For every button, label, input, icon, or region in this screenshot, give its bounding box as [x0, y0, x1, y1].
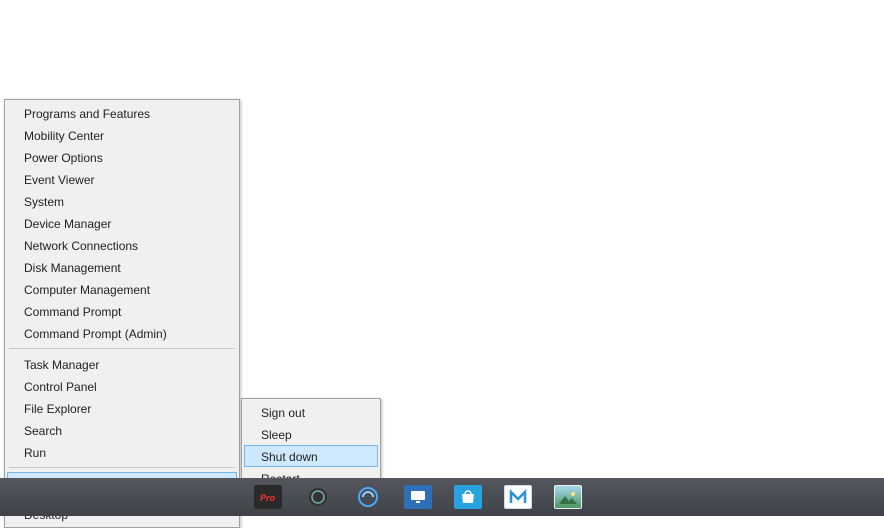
menu-separator: [9, 467, 235, 468]
svg-text:Pro: Pro: [260, 493, 276, 503]
mi-disk-management[interactable]: Disk Management: [7, 256, 237, 278]
mi-run[interactable]: Run: [7, 441, 237, 463]
taskbar-app-3[interactable]: [344, 480, 392, 514]
app-1-red-icon: Pro: [254, 485, 282, 509]
browser-icon: [304, 485, 332, 509]
mi-computer-management[interactable]: Computer Management: [7, 278, 237, 300]
mi-system[interactable]: System: [7, 190, 237, 212]
mi-sleep[interactable]: Sleep: [244, 423, 378, 445]
mi-command-prompt-admin[interactable]: Command Prompt (Admin): [7, 322, 237, 344]
monitor-app-icon: [404, 485, 432, 509]
maxthon-icon: [504, 485, 532, 509]
taskbar-app-2[interactable]: [294, 480, 342, 514]
mi-programs-and-features[interactable]: Programs and Features: [7, 102, 237, 124]
taskbar-app-5[interactable]: [444, 480, 492, 514]
mi-file-explorer[interactable]: File Explorer: [7, 397, 237, 419]
mi-power-options[interactable]: Power Options: [7, 146, 237, 168]
store-icon: [454, 485, 482, 509]
mi-shut-down[interactable]: Shut down: [244, 445, 378, 467]
mi-sign-out[interactable]: Sign out: [244, 401, 378, 423]
taskbar-app-4[interactable]: [394, 480, 442, 514]
mi-mobility-center[interactable]: Mobility Center: [7, 124, 237, 146]
taskbar-app-1[interactable]: Pro: [244, 480, 292, 514]
taskbar-app-6[interactable]: [494, 480, 542, 514]
mi-event-viewer[interactable]: Event Viewer: [7, 168, 237, 190]
taskbar-app-7[interactable]: [544, 480, 592, 514]
circle-app-icon: [354, 485, 382, 509]
taskbar: Pro: [0, 478, 884, 516]
mi-device-manager[interactable]: Device Manager: [7, 212, 237, 234]
mi-search[interactable]: Search: [7, 419, 237, 441]
menu-separator: [9, 348, 235, 349]
winx-menu: Programs and Features Mobility Center Po…: [4, 99, 240, 528]
photo-app-icon: [554, 485, 582, 509]
mi-command-prompt[interactable]: Command Prompt: [7, 300, 237, 322]
mi-task-manager[interactable]: Task Manager: [7, 353, 237, 375]
mi-network-connections[interactable]: Network Connections: [7, 234, 237, 256]
mi-control-panel[interactable]: Control Panel: [7, 375, 237, 397]
